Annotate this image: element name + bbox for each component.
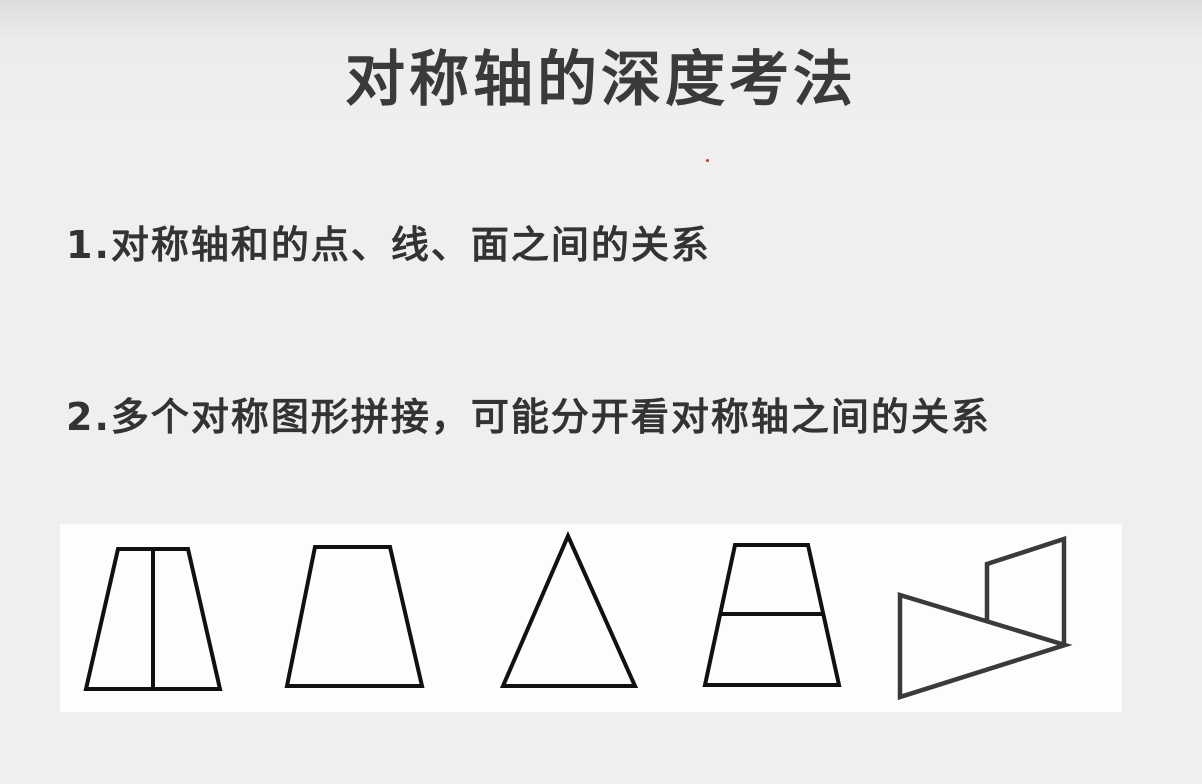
trapezoid-figure — [284, 545, 425, 688]
trapezoid-with-vertical-line-figure — [83, 547, 223, 691]
point-2-text: 2.多个对称图形拼接，可能分开看对称轴之间的关系 — [66, 395, 991, 439]
figures-panel — [60, 524, 1122, 712]
figures-svg — [83, 531, 1073, 701]
pointer-dot — [706, 159, 709, 162]
page-title: 对称轴的深度考法 — [345, 45, 857, 115]
triangle-and-parallelogram-figure — [897, 535, 1073, 701]
trapezoid-with-horizontal-line-figure — [702, 543, 842, 687]
triangle-figure — [499, 531, 639, 688]
point-1-text: 1.对称轴和的点、线、面之间的关系 — [66, 223, 711, 267]
